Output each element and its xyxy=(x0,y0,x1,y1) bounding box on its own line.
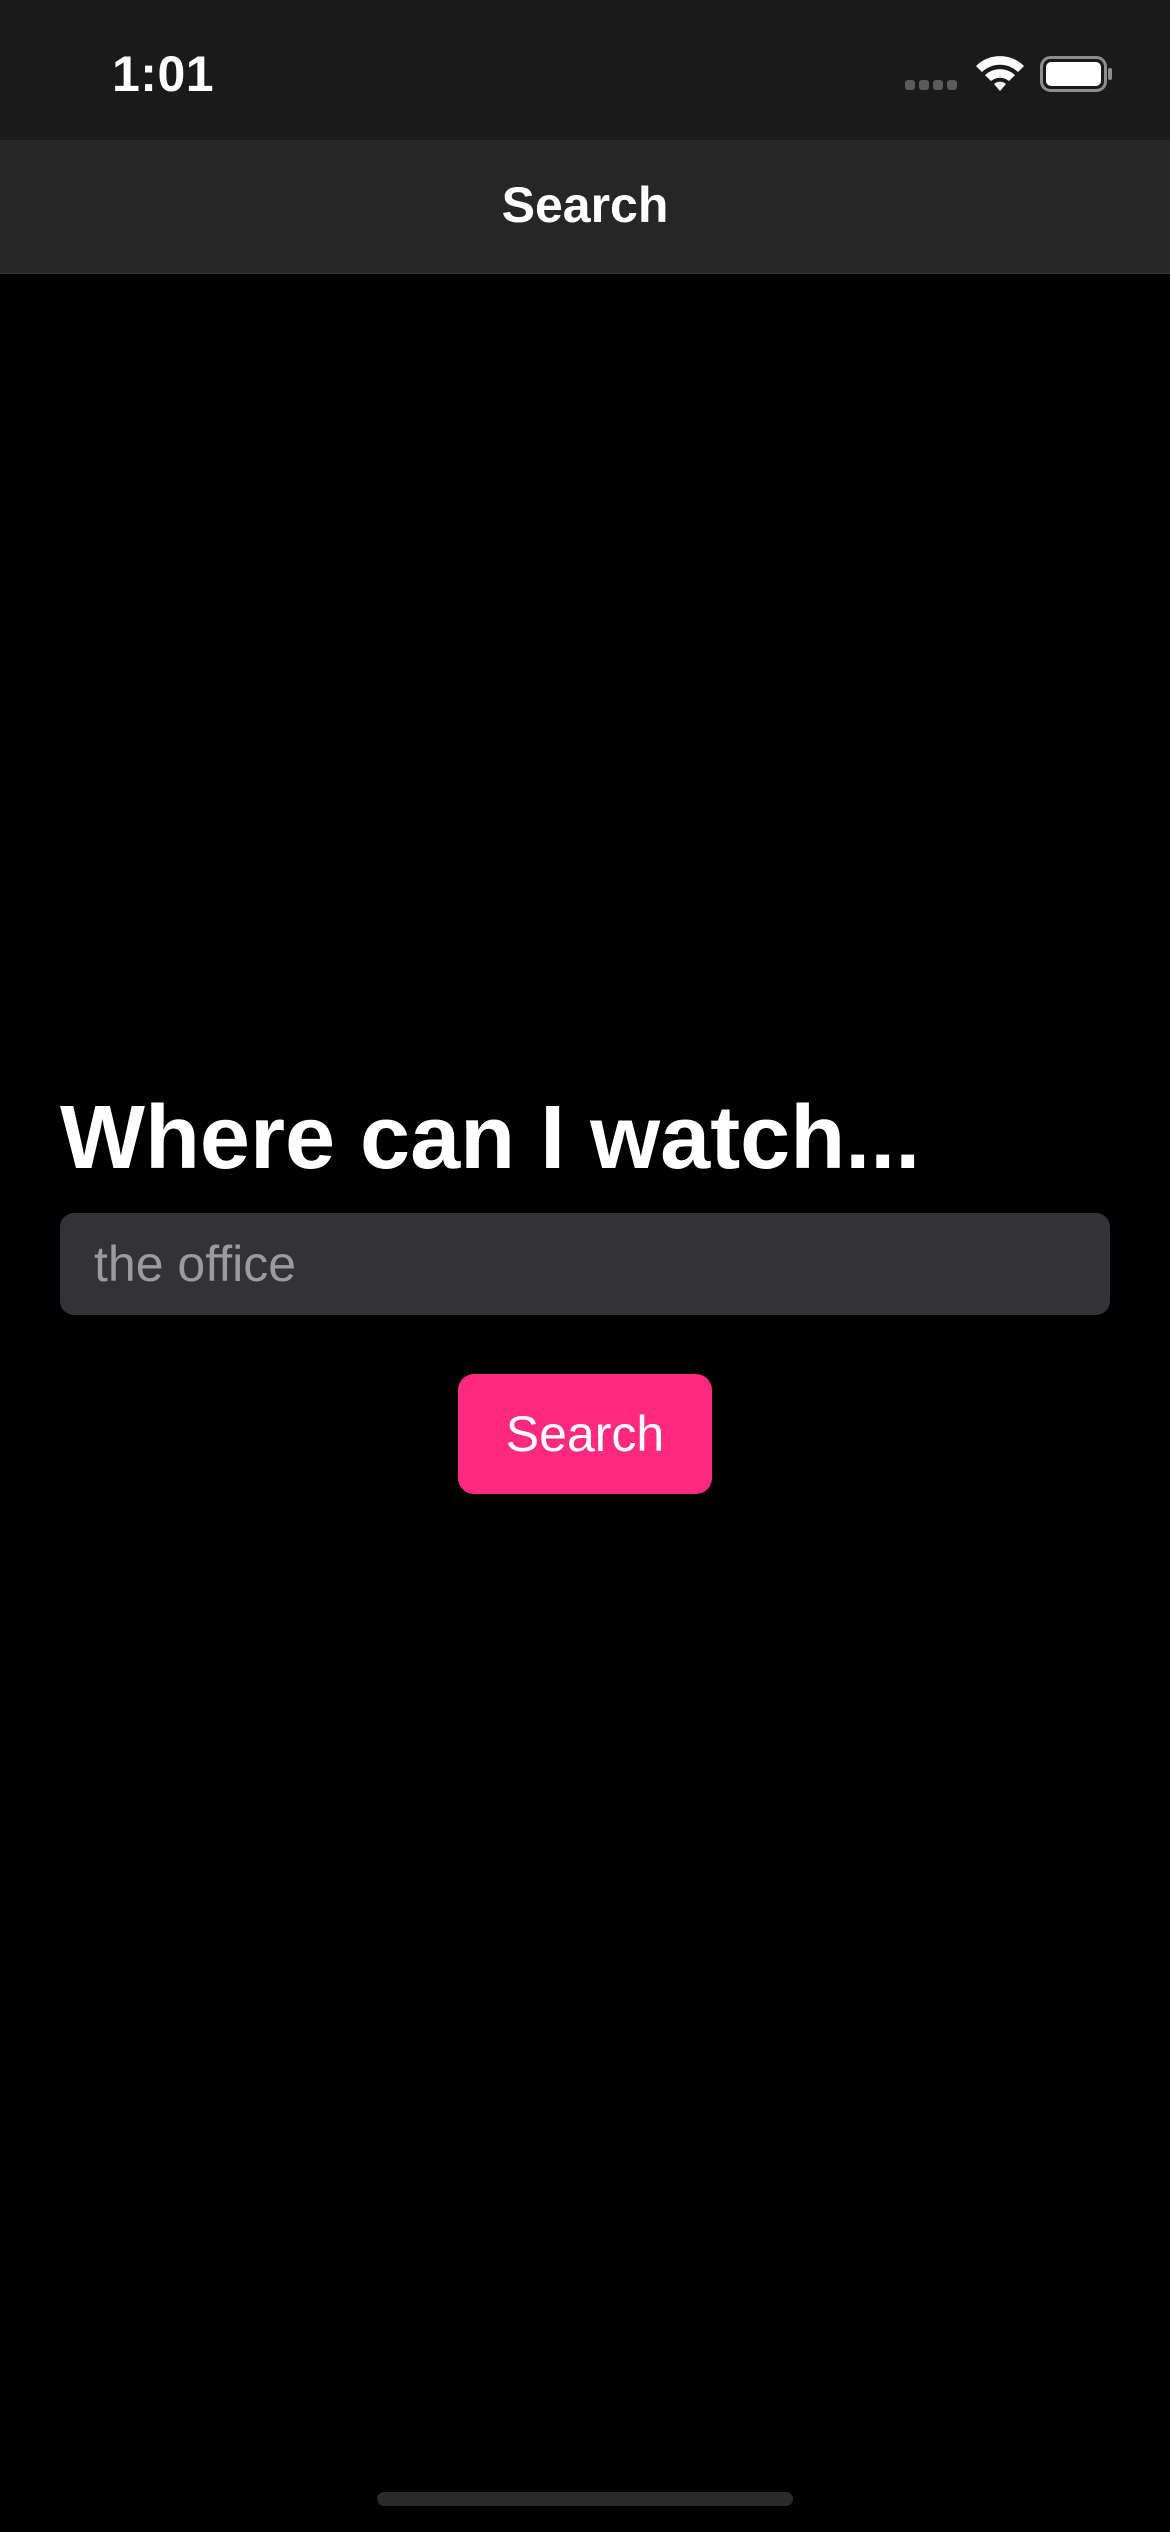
status-bar: 1:01 xyxy=(0,0,1170,140)
home-indicator xyxy=(377,2492,793,2506)
search-button[interactable]: Search xyxy=(458,1374,712,1494)
navigation-bar: Search xyxy=(0,140,1170,274)
search-input[interactable] xyxy=(60,1213,1110,1315)
page-title: Search xyxy=(501,177,669,233)
status-time: 1:01 xyxy=(112,46,215,102)
search-heading: Where can I watch... xyxy=(60,1088,921,1188)
search-form: Where can I watch... xyxy=(60,1085,1110,1315)
signal-icon xyxy=(905,80,959,92)
wifi-icon xyxy=(976,56,1024,91)
battery-icon xyxy=(1040,56,1112,92)
